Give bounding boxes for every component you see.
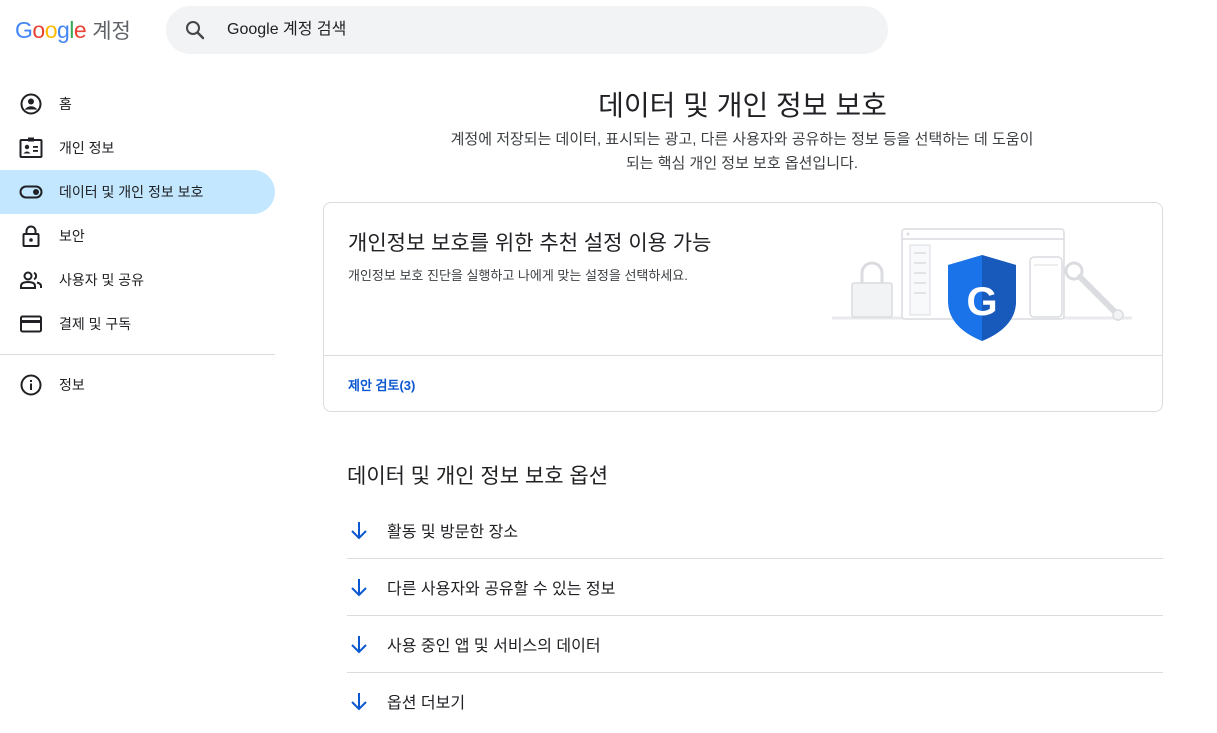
lock-icon bbox=[19, 224, 43, 248]
sidebar-item-home[interactable]: 홈 bbox=[0, 82, 275, 126]
page-title: 데이터 및 개인 정보 보호 bbox=[598, 90, 887, 121]
section-title: 데이터 및 개인 정보 보호 옵션 bbox=[347, 465, 609, 488]
option-activity-places[interactable]: 활동 및 방문한 장소 bbox=[347, 502, 1163, 559]
info-icon bbox=[19, 373, 43, 397]
google-logo: Google bbox=[15, 17, 87, 43]
privacy-options-list: 활동 및 방문한 장소 다른 사용자와 공유할 수 있는 정보 사용 중인 앱 … bbox=[347, 502, 1163, 729]
search-bar[interactable] bbox=[166, 6, 888, 54]
sidebar-item-label: 개인 정보 bbox=[59, 140, 115, 156]
sidebar-item-label: 사용자 및 공유 bbox=[59, 272, 145, 288]
card-description: 개인정보 보호 진단을 실행하고 나에게 맞는 설정을 선택하세요. bbox=[348, 268, 688, 283]
sidebar-item-label: 정보 bbox=[59, 377, 85, 393]
sidebar-item-data-privacy[interactable]: 데이터 및 개인 정보 보호 bbox=[0, 170, 275, 214]
option-label: 옵션 더보기 bbox=[387, 695, 466, 712]
sidebar-item-security[interactable]: 보안 bbox=[0, 214, 275, 258]
logo-product-label: 계정 bbox=[92, 20, 131, 43]
header: Google 계정 bbox=[0, 0, 1217, 62]
privacy-shield-illustration: G bbox=[832, 228, 1132, 341]
credit-card-icon bbox=[19, 312, 43, 336]
search-icon[interactable] bbox=[183, 18, 207, 42]
sidebar-item-label: 보안 bbox=[59, 228, 85, 244]
sidebar-item-label: 홈 bbox=[59, 96, 72, 112]
option-shareable-info[interactable]: 다른 사용자와 공유할 수 있는 정보 bbox=[347, 559, 1163, 616]
option-apps-services-data[interactable]: 사용 중인 앱 및 서비스의 데이터 bbox=[347, 616, 1163, 673]
people-icon bbox=[19, 268, 43, 292]
sidebar-item-people-sharing[interactable]: 사용자 및 공유 bbox=[0, 258, 275, 302]
sidebar-item-label: 결제 및 구독 bbox=[59, 316, 132, 332]
option-more-options[interactable]: 옵션 더보기 bbox=[347, 673, 1163, 729]
card-divider bbox=[324, 355, 1162, 356]
option-label: 활동 및 방문한 장소 bbox=[387, 524, 519, 541]
search-input[interactable] bbox=[225, 20, 829, 40]
home-account-icon bbox=[19, 92, 43, 116]
page-subtitle: 계정에 저장되는 데이터, 표시되는 광고, 다른 사용자와 공유하는 정보 등… bbox=[450, 131, 1034, 172]
sidebar-divider bbox=[0, 354, 275, 355]
toggle-icon bbox=[19, 180, 43, 204]
sidebar: 홈 개인 정보 데이터 및 개인 정보 보호 보안 사용자 및 공유 결제 및 … bbox=[0, 82, 275, 407]
card-title: 개인정보 보호를 위한 추천 설정 이용 가능 bbox=[348, 232, 712, 255]
sidebar-item-personal-info[interactable]: 개인 정보 bbox=[0, 126, 275, 170]
id-card-icon bbox=[19, 136, 43, 160]
review-suggestions-link[interactable]: 제안 검토(3) bbox=[348, 375, 415, 394]
arrow-down-icon bbox=[347, 575, 371, 599]
arrow-down-icon bbox=[347, 632, 371, 656]
privacy-checkup-card: 개인정보 보호를 위한 추천 설정 이용 가능 개인정보 보호 진단을 실행하고… bbox=[323, 202, 1163, 412]
option-label: 사용 중인 앱 및 서비스의 데이터 bbox=[387, 638, 601, 655]
google-account-logo[interactable]: Google 계정 bbox=[15, 15, 131, 45]
arrow-down-icon bbox=[347, 689, 371, 713]
arrow-down-icon bbox=[347, 518, 371, 542]
sidebar-item-label: 데이터 및 개인 정보 보호 bbox=[59, 184, 204, 200]
svg-text:G: G bbox=[966, 280, 997, 324]
option-label: 다른 사용자와 공유할 수 있는 정보 bbox=[387, 581, 616, 598]
sidebar-item-about[interactable]: 정보 bbox=[0, 363, 275, 407]
sidebar-item-payments[interactable]: 결제 및 구독 bbox=[0, 302, 275, 346]
